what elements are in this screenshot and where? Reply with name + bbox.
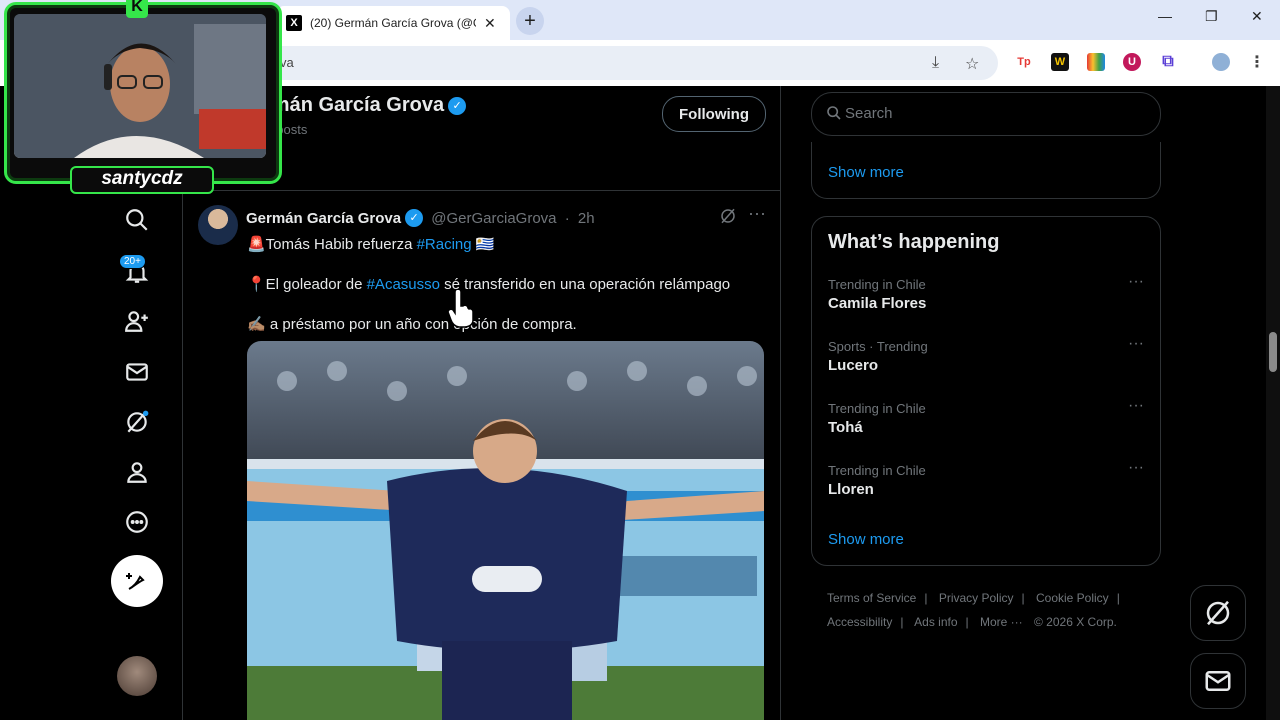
trend-more-icon[interactable]: ···	[1128, 397, 1144, 415]
terms-link[interactable]: Terms of Service	[827, 591, 916, 605]
tweet-time[interactable]: 2h	[578, 210, 595, 227]
verified-icon: ✓	[448, 97, 467, 115]
tweet-text: 📍El goleador de	[247, 276, 367, 293]
trend-more-icon[interactable]: ···	[1128, 335, 1144, 353]
trend-meta: Sports · Trending	[828, 339, 928, 354]
grok-float-button[interactable]	[1190, 585, 1246, 641]
ads-info-link[interactable]: Ads info	[914, 615, 957, 629]
trend-item[interactable]: Trending in Chile Tohá ···	[828, 397, 1144, 451]
trend-meta: Trending in Chile	[828, 463, 926, 478]
separator-dot: ·	[564, 210, 570, 227]
following-button[interactable]: Following	[662, 96, 766, 132]
restore-icon[interactable]: ❐	[1205, 8, 1218, 25]
whats-happening-module: What’s happening Trending in Chile Camil…	[811, 216, 1161, 566]
trend-name: Lloren	[828, 481, 874, 498]
privacy-link[interactable]: Privacy Policy	[939, 591, 1014, 605]
hashtag-acasusso[interactable]: #Acasusso	[367, 276, 440, 293]
trend-item[interactable]: Sports · Trending Lucero ···	[828, 335, 1144, 389]
minimize-icon[interactable]: —	[1158, 8, 1172, 24]
color-extension-icon[interactable]	[1087, 53, 1105, 71]
tweet-text: 🚨Tomás Habib refuerza	[247, 236, 417, 253]
trend-name: Lucero	[828, 357, 879, 374]
more-link[interactable]: More ···	[980, 615, 1023, 629]
messages-icon	[1205, 671, 1231, 691]
account-avatar[interactable]	[117, 656, 157, 696]
tweet-text-line-1: 🚨Tomás Habib refuerza #Racing 🇺🇾	[247, 235, 494, 253]
x-favicon-icon: X	[286, 15, 302, 31]
show-more-link[interactable]: Show more	[828, 531, 904, 548]
trend-meta: Trending in Chile	[828, 277, 926, 292]
search-placeholder: Search	[845, 105, 893, 122]
browser-tab[interactable]: X (20) Germán García Grova (@G ✕	[276, 6, 510, 40]
accessibility-link[interactable]: Accessibility	[827, 615, 892, 629]
star-icon[interactable]: ☆	[965, 54, 979, 74]
address-text: va	[280, 55, 294, 70]
tp-extension-icon[interactable]: Tp	[1015, 53, 1033, 71]
more-icon[interactable]	[121, 506, 153, 538]
scrollbar-thumb[interactable]	[1269, 332, 1277, 372]
extensions-puzzle-icon[interactable]: ⧉	[1159, 53, 1177, 71]
grok-icon[interactable]	[719, 207, 737, 225]
trend-item[interactable]: Trending in Chile Camila Flores ···	[828, 273, 1144, 327]
compose-icon	[126, 573, 145, 590]
module-title: What’s happening	[828, 231, 1000, 253]
address-bar[interactable]: va ⤓ ☆	[260, 46, 998, 80]
footer-links: Terms of Service | Privacy Policy | Cookie…	[827, 591, 1120, 629]
trend-name: Camila Flores	[828, 295, 927, 312]
page-scrollbar[interactable]	[1266, 86, 1280, 720]
grok-icon[interactable]	[121, 406, 153, 438]
tweet-text: sé transferido en una operación relámpag…	[439, 276, 731, 293]
webcam-overlay: K santycdz	[0, 0, 282, 194]
trend-meta: Trending in Chile	[828, 401, 926, 416]
window-close-icon[interactable]: ✕	[1251, 8, 1263, 25]
tweet-handle[interactable]: @GerGarciaGrova	[431, 210, 556, 227]
copyright: © 2026 X Corp.	[1034, 615, 1117, 629]
messages-float-button[interactable]	[1190, 653, 1246, 709]
search-input[interactable]: Search	[811, 92, 1161, 136]
tab-title: (20) Germán García Grova (@G	[310, 16, 476, 30]
previous-module: Show more	[811, 142, 1161, 199]
trend-more-icon[interactable]: ···	[1128, 273, 1144, 291]
profile-icon[interactable]	[121, 456, 153, 488]
u-extension-icon[interactable]: U	[1123, 53, 1141, 71]
profile-icon[interactable]	[1212, 53, 1230, 71]
tweet-avatar[interactable]	[198, 205, 238, 245]
hashtag-racing[interactable]: #Racing	[417, 236, 472, 253]
install-icon[interactable]: ⤓	[932, 54, 939, 72]
trend-more-icon[interactable]: ···	[1128, 459, 1144, 477]
streamer-logo: K	[126, 0, 148, 18]
profile-name: rmán García Grova	[264, 94, 445, 116]
trend-item[interactable]: Trending in Chile Lloren ···	[828, 459, 1144, 513]
tweet-text-line-2: 📍El goleador de #Acasusso sé transferido…	[247, 275, 730, 293]
search-icon[interactable]	[121, 204, 153, 236]
messages-icon[interactable]	[121, 356, 153, 388]
show-more-link[interactable]: Show more	[828, 164, 904, 181]
tweet-media-photo[interactable]	[247, 341, 764, 720]
follow-icon[interactable]	[121, 305, 153, 337]
compose-post-button[interactable]	[111, 555, 163, 607]
hand-cursor-icon	[447, 290, 474, 328]
tweet-more-icon[interactable]: ···	[748, 203, 766, 224]
trend-name: Tohá	[828, 419, 863, 436]
search-icon	[827, 106, 841, 120]
menu-icon[interactable]: ⋮	[1248, 53, 1266, 71]
tab-close-icon[interactable]: ✕	[484, 15, 496, 32]
tweet-author-name[interactable]: Germán García Grova	[246, 210, 401, 227]
new-tab-button[interactable]: +	[516, 7, 544, 35]
cookie-link[interactable]: Cookie Policy	[1036, 591, 1109, 605]
tweet-text-line-3: ✍🏽 a préstamo por un año con opción de c…	[247, 316, 577, 333]
tweet[interactable]: Germán García Grova ✓ @GerGarciaGrova · 2…	[182, 191, 780, 720]
webcam-video	[14, 14, 266, 158]
streamer-name: santycdz	[70, 166, 214, 194]
tweet-text: 🇺🇾	[471, 236, 495, 253]
w-extension-icon[interactable]: W	[1051, 53, 1069, 71]
tweet-header: Germán García Grova ✓ @GerGarciaGrova · 2…	[246, 209, 595, 227]
verified-icon: ✓	[405, 209, 424, 227]
notifications-badge: 20+	[119, 254, 146, 269]
grok-icon	[1206, 600, 1230, 626]
